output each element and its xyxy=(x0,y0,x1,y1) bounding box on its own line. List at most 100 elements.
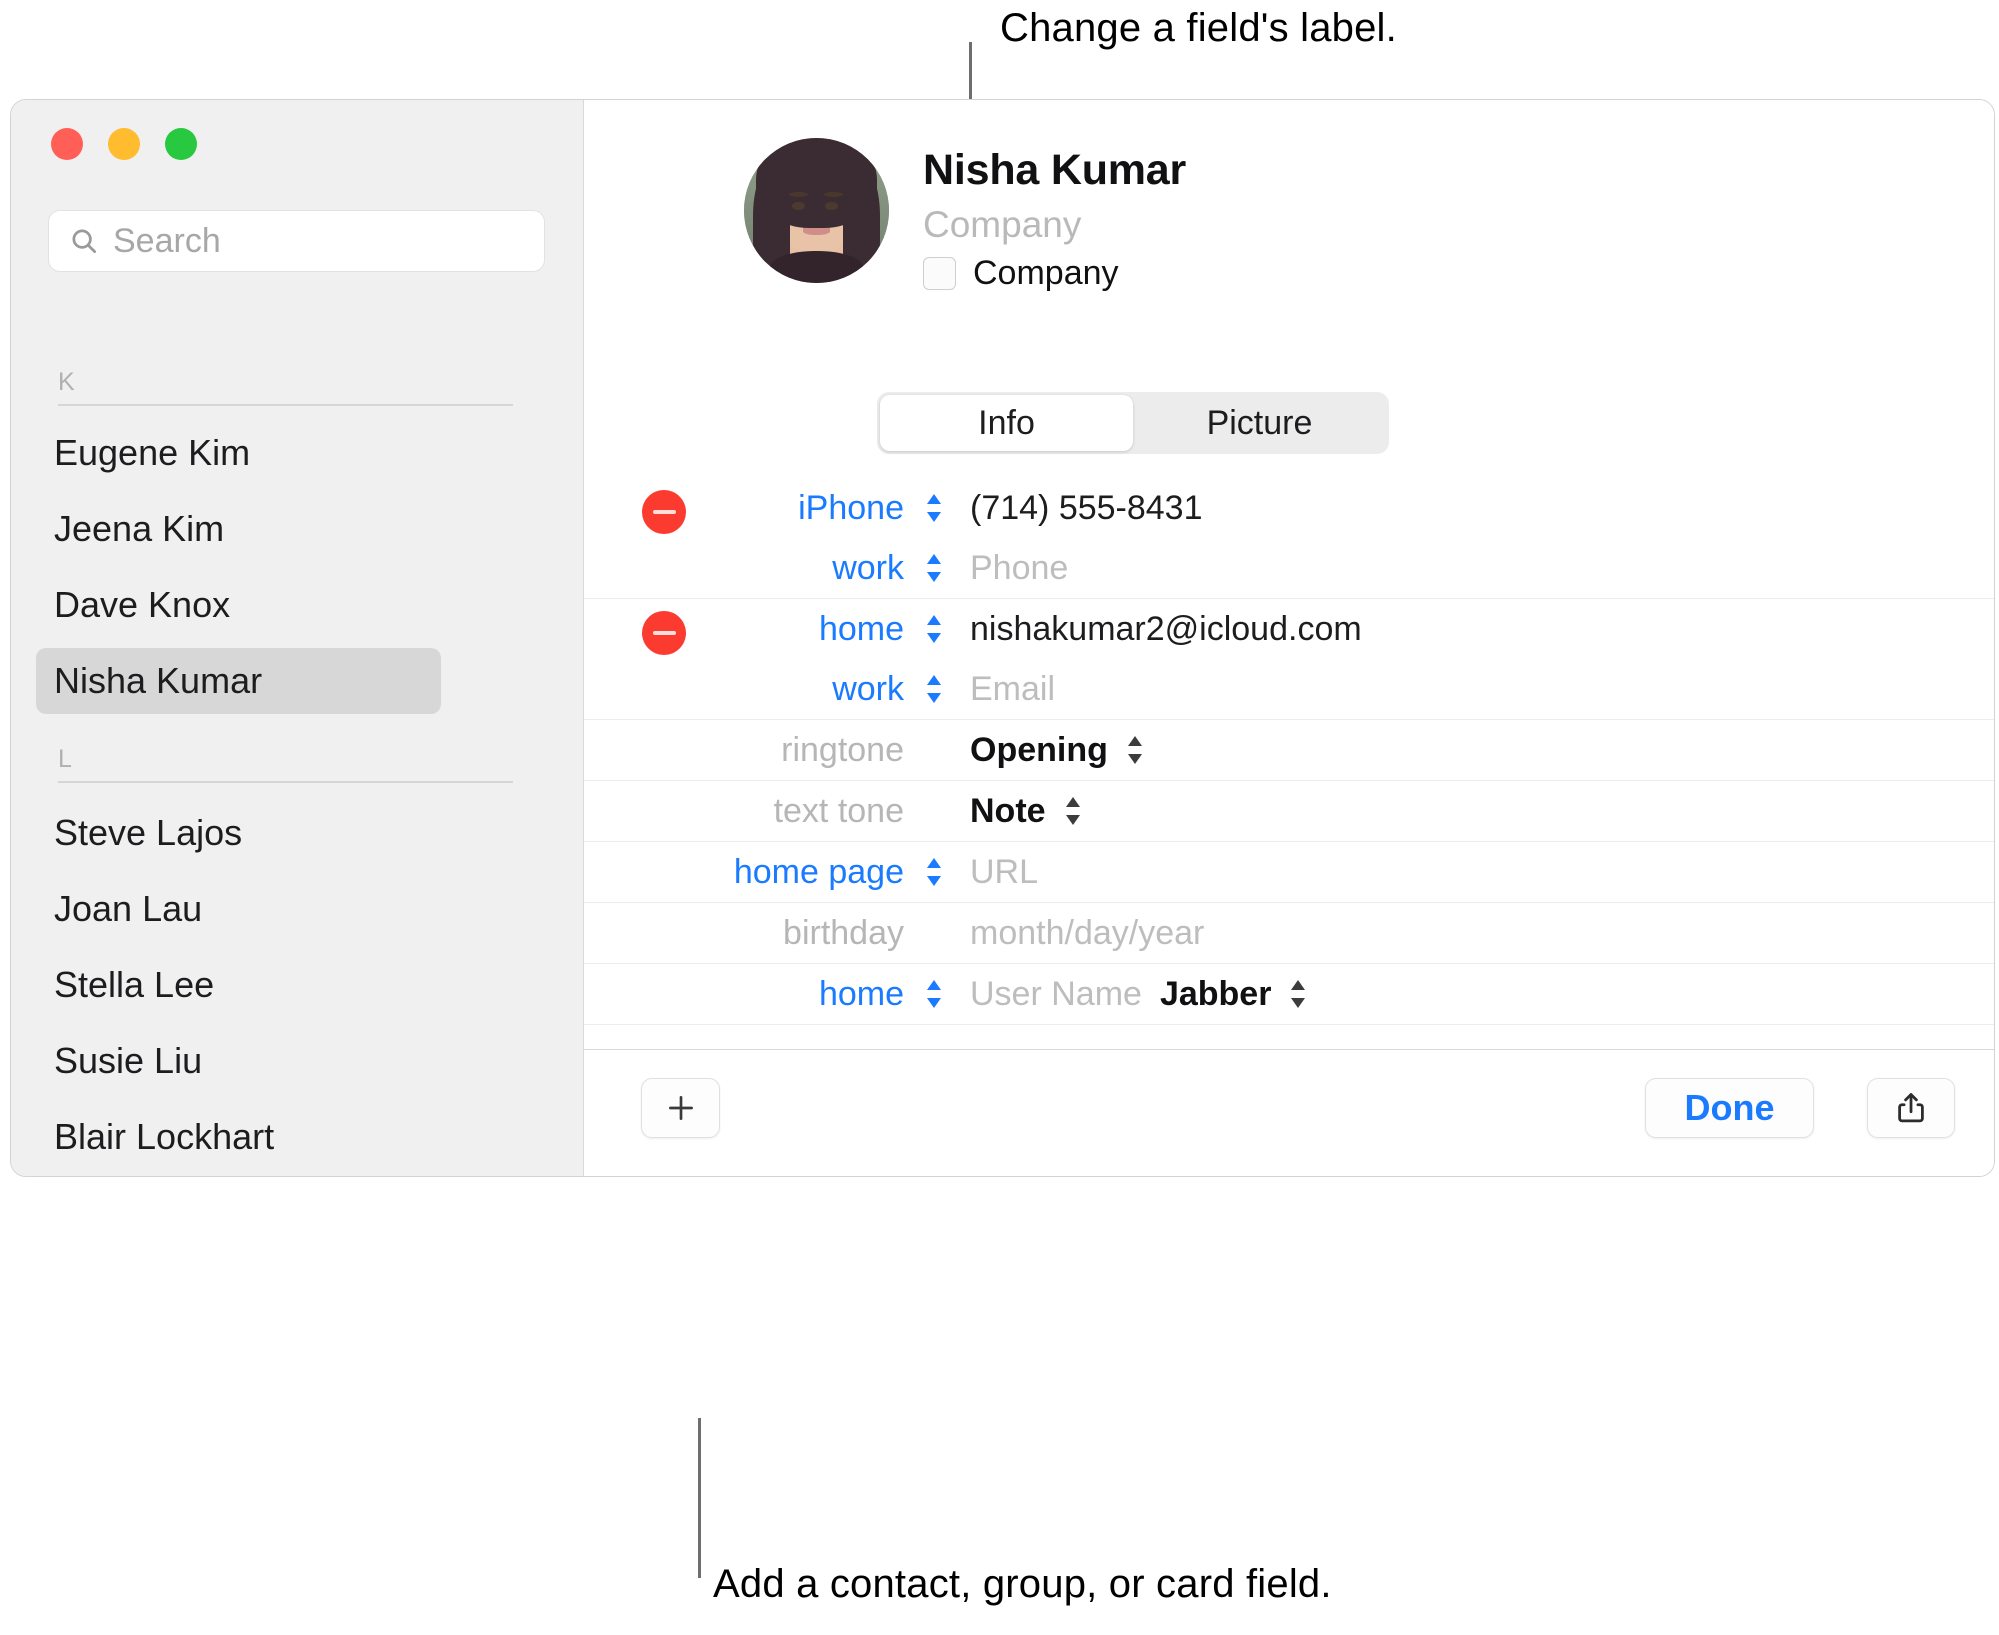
contact-name-label: Blair Lockhart xyxy=(54,1116,275,1157)
list-item[interactable]: Blair Lockhart xyxy=(36,1104,441,1170)
callout-label-change-field: Change a field's label. xyxy=(1000,6,1397,50)
field-label-iphone[interactable]: iPhone xyxy=(584,489,904,528)
share-button[interactable] xyxy=(1867,1078,1955,1138)
contact-name-label: Jeena Kim xyxy=(54,508,225,549)
chevron-updown-icon[interactable] xyxy=(1287,977,1309,1011)
company-checkbox-label: Company xyxy=(973,254,1119,292)
field-label-home-page[interactable]: home page xyxy=(584,853,904,892)
text-tone-name: Note xyxy=(970,791,1046,830)
field-label-home-im[interactable]: home xyxy=(584,975,904,1014)
contact-name-label: Stella Lee xyxy=(54,964,215,1005)
field-label-work-phone[interactable]: work xyxy=(584,549,904,588)
contact-card-header: Nisha Kumar Company Company xyxy=(744,138,1186,293)
field-row: text tone Note xyxy=(584,781,1994,841)
list-item[interactable]: Eugene Kim xyxy=(36,420,441,486)
sidebar: Search K Eugene Kim Jeena Kim Dave Knox … xyxy=(11,100,584,1176)
field-value-phone[interactable]: (714) 555-8431 xyxy=(970,489,1203,528)
list-item[interactable]: Dave Knox xyxy=(36,572,441,638)
list-item[interactable]: Steve Lajos xyxy=(36,800,441,866)
chevron-updown-icon[interactable] xyxy=(914,551,954,585)
tab-info[interactable]: Info xyxy=(880,395,1133,451)
field-group-email: home nishakumar2@icloud.com work Email xyxy=(584,599,1994,720)
chevron-updown-icon[interactable] xyxy=(914,855,954,889)
search-placeholder: Search xyxy=(113,221,221,260)
chevron-updown-icon[interactable] xyxy=(914,491,954,525)
list-item-selected[interactable]: Nisha Kumar xyxy=(36,648,441,714)
field-group-phone: iPhone (714) 555-8431 work Phone xyxy=(584,478,1994,599)
remove-next-field-button[interactable] xyxy=(642,1024,686,1046)
field-row: home User Name Jabber xyxy=(584,964,1994,1024)
field-row: work Email xyxy=(584,659,1994,719)
maximize-window-button[interactable] xyxy=(165,128,197,160)
field-value-im-service[interactable]: Jabber xyxy=(1160,975,1310,1014)
contact-name-label: Nisha Kumar xyxy=(54,660,263,701)
contacts-window: Search K Eugene Kim Jeena Kim Dave Knox … xyxy=(10,99,1995,1177)
search-icon xyxy=(69,226,99,256)
plus-icon xyxy=(668,1096,693,1120)
field-row: home page URL xyxy=(584,842,1994,902)
field-row: home nishakumar2@icloud.com xyxy=(584,599,1994,659)
company-checkbox[interactable] xyxy=(923,257,956,290)
search-input[interactable]: Search xyxy=(48,210,545,272)
field-label-home-email[interactable]: home xyxy=(584,610,904,649)
list-item[interactable]: Stella Lee xyxy=(36,952,441,1018)
field-value-user-name[interactable]: User Name xyxy=(970,975,1142,1014)
avatar[interactable] xyxy=(744,138,889,283)
field-value-email-empty[interactable]: Email xyxy=(970,670,1055,709)
field-value-birthday[interactable]: month/day/year xyxy=(970,914,1204,953)
im-service-name: Jabber xyxy=(1159,974,1272,1013)
field-value-email[interactable]: nishakumar2@icloud.com xyxy=(970,610,1362,649)
callout-leader-line-bottom xyxy=(698,1418,701,1578)
list-item[interactable]: Susie Liu xyxy=(36,1028,441,1094)
company-checkbox-row[interactable]: Company xyxy=(923,254,1186,293)
field-group-birthday: birthday month/day/year xyxy=(584,903,1994,964)
contact-name-label: Dave Knox xyxy=(54,584,231,625)
field-label-work-email[interactable]: work xyxy=(584,670,904,709)
list-item[interactable]: Joan Lau xyxy=(36,876,441,942)
section-header-l: L xyxy=(58,747,518,783)
field-value-ringtone[interactable]: Opening xyxy=(970,731,1146,770)
chevron-updown-icon[interactable] xyxy=(1062,794,1084,828)
callout-label-add-contact: Add a contact, group, or card field. xyxy=(713,1562,1332,1606)
field-group-home-page: home page URL xyxy=(584,842,1994,903)
section-header-k: K xyxy=(58,370,518,406)
field-row: work Phone xyxy=(584,538,1994,598)
chevron-updown-icon[interactable] xyxy=(914,977,954,1011)
chevron-updown-icon[interactable] xyxy=(914,612,954,646)
section-letter: L xyxy=(58,745,72,773)
section-divider xyxy=(58,404,513,406)
field-label-birthday: birthday xyxy=(783,913,904,952)
field-group-text-tone: text tone Note xyxy=(584,781,1994,842)
contact-name-label: Steve Lajos xyxy=(54,812,243,853)
add-field-button[interactable] xyxy=(641,1078,720,1138)
contact-name-label: Susie Liu xyxy=(54,1040,203,1081)
field-row: ringtone Opening xyxy=(584,720,1994,780)
page-title: Nisha Kumar xyxy=(923,146,1187,194)
detail-toolbar: Done xyxy=(584,1049,1994,1176)
share-icon xyxy=(1898,1093,1924,1123)
field-row: birthday month/day/year xyxy=(584,903,1994,963)
field-value-text-tone[interactable]: Note xyxy=(970,792,1084,831)
contact-detail-pane: Nisha Kumar Company Company Info Picture… xyxy=(584,100,1994,1176)
tab-picture[interactable]: Picture xyxy=(1133,395,1386,451)
chevron-updown-icon[interactable] xyxy=(914,672,954,706)
field-group-instant-message: home User Name Jabber xyxy=(584,964,1994,1025)
field-row: iPhone (714) 555-8431 xyxy=(584,478,1994,538)
done-button-label: Done xyxy=(1684,1087,1775,1128)
ringtone-name: Opening xyxy=(970,730,1108,769)
done-button[interactable]: Done xyxy=(1645,1078,1814,1138)
field-label-text-tone: text tone xyxy=(773,791,904,830)
window-controls xyxy=(51,128,197,160)
section-divider xyxy=(58,781,513,783)
field-value-phone-empty[interactable]: Phone xyxy=(970,549,1068,588)
list-item[interactable]: Jeena Kim xyxy=(36,496,441,562)
chevron-updown-icon[interactable] xyxy=(1124,733,1146,767)
company-field[interactable]: Company xyxy=(923,204,1186,246)
field-label-ringtone: ringtone xyxy=(781,730,904,769)
close-window-button[interactable] xyxy=(51,128,83,160)
field-value-url[interactable]: URL xyxy=(970,853,1038,892)
minimize-window-button[interactable] xyxy=(108,128,140,160)
section-letter: K xyxy=(58,368,75,396)
contact-name-label: Eugene Kim xyxy=(54,432,251,473)
contact-name-label: Joan Lau xyxy=(54,888,203,929)
